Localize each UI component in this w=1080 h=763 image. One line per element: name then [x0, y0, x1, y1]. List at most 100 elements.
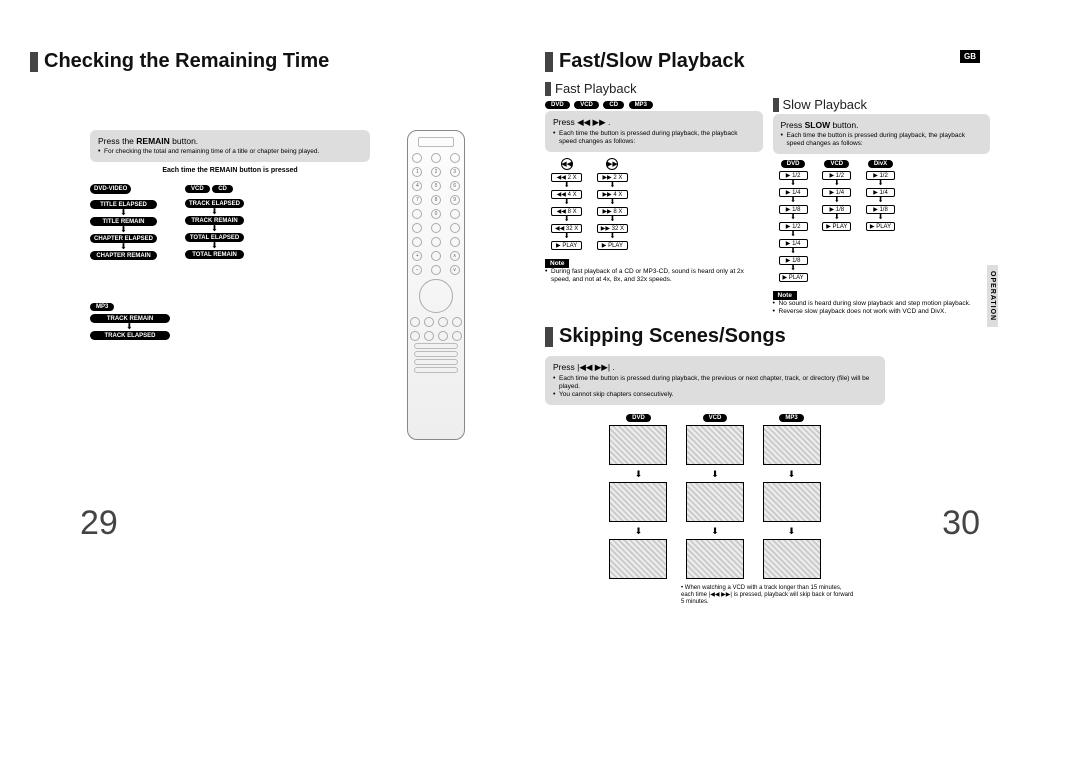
arrow-down-icon: ⬇ [90, 227, 157, 233]
right-title-2: Skipping Scenes/Songs [545, 325, 1050, 348]
arrow-down-icon: ⬇ [90, 324, 370, 330]
fast-formats: DVD VCD CD MP3 [545, 98, 763, 109]
pill-vcd: VCD [185, 185, 210, 193]
slow-box: Press SLOW button. Each time the button … [773, 114, 991, 154]
scene-thumb [763, 539, 821, 579]
pill-dvd-video: DVD-VIDEO [90, 184, 131, 194]
page-number-right: 30 [942, 504, 980, 543]
slow-bold: SLOW [805, 120, 831, 130]
fast-speed-cols: ◀◀ ◀◀ 2 X⬇ ◀◀ 4 X⬇ ◀◀ 8 X⬇ ◀◀ 32 X⬇ ▶ PL… [545, 158, 763, 251]
slow-speed-cols: DVD ▶ 1/2⬇ ▶ 1/4⬇ ▶ 1/8⬇ ▶ 1/2⬇ ▶ 1/4⬇ ▶… [773, 160, 991, 283]
step: ▶▶ 4 X [597, 190, 628, 199]
remote-illustration: 123 456 789 0 +∧ −∨ [407, 130, 465, 440]
step: ▶ 1/8 [822, 205, 851, 214]
seq: TRACK ELAPSED [90, 331, 170, 340]
step: ▶▶ 2 X [597, 173, 628, 182]
page-left: Checking the Remaining Time Press the RE… [30, 50, 535, 733]
left-content: Press the REMAIN button. For checking th… [90, 130, 370, 340]
pill: DivX [868, 160, 893, 168]
arrow-down-icon: ⬇ [90, 210, 157, 216]
fast-slow-row: Fast Playback DVD VCD CD MP3 Press ◀◀ ▶▶… [545, 81, 1050, 317]
arrow-down-icon: ⬇ [185, 226, 244, 232]
scene-thumb [609, 425, 667, 465]
step: ▶ 1/8 [779, 205, 808, 214]
remain-press: Press the REMAIN button. [98, 136, 362, 146]
note-badge: Note [545, 259, 569, 268]
bullet: Each time the button is pressed during p… [781, 132, 983, 148]
step: ▶▶ 32 X [597, 224, 628, 233]
seq: TOTAL REMAIN [185, 250, 244, 259]
slow-playback: Slow Playback Press SLOW button. Each ti… [773, 81, 1051, 317]
pill: VCD [703, 414, 728, 422]
note-badge: Note [773, 291, 797, 300]
col-dvd: DVD-VIDEO TITLE ELAPSED ⬇ TITLE REMAIN ⬇… [90, 182, 157, 260]
step: ▶ 1/2 [822, 171, 851, 180]
pill: MP3 [779, 414, 803, 422]
bullet: For checking the total and remaining tim… [98, 148, 362, 156]
page-number-left: 29 [80, 504, 118, 543]
step: ▶ PLAY [597, 241, 628, 250]
step: ◀◀ 4 X [551, 190, 582, 199]
pill: DVD [626, 414, 651, 422]
seq: CHAPTER REMAIN [90, 251, 157, 260]
scene-thumb [609, 539, 667, 579]
forward-icon: ▶▶ [606, 158, 618, 170]
step: ▶ 1/4 [866, 188, 895, 197]
pill: DVD [545, 101, 570, 109]
step: ▶ 1/4 [779, 188, 808, 197]
scene-thumb [686, 425, 744, 465]
skip-thumbs: DVD ⬇ ⬇ VCD ⬇ ⬇ MP3 ⬇ ⬇ [545, 411, 885, 581]
step: ▶ 1/2 [779, 222, 808, 231]
step: ▶ 1/2 [779, 171, 808, 180]
remain-bullets: For checking the total and remaining tim… [98, 148, 362, 156]
arrow-down-icon: ⬇ [185, 209, 244, 215]
pill: VCD [824, 160, 849, 168]
skip-footnote: • When watching a VCD with a track longe… [675, 585, 855, 607]
text: Press [553, 117, 575, 127]
thumb-col-dvd: DVD ⬇ ⬇ [609, 411, 667, 581]
right-title-1: Fast/Slow Playback [545, 50, 1050, 73]
pill-cd: CD [212, 185, 233, 193]
step: ◀◀ 2 X [551, 173, 582, 182]
operation-tab: OPERATION [987, 265, 998, 327]
bullet: Each time the button is pressed during p… [553, 375, 877, 391]
dpad-icon [419, 279, 453, 313]
slow-press: Press SLOW button. [781, 120, 983, 130]
text: Press the [98, 136, 136, 146]
skip-prev-next-icon: |◀◀ ▶▶| [709, 592, 732, 598]
scene-thumb [686, 482, 744, 522]
fast-note: Note During fast playback of a CD or MP3… [545, 257, 763, 284]
speed-col-ff: ▶▶ ▶▶ 2 X⬇ ▶▶ 4 X⬇ ▶▶ 8 X⬇ ▶▶ 32 X⬇ ▶ PL… [597, 158, 628, 251]
step: ▶ PLAY [866, 222, 895, 231]
thumb-col-vcd: VCD ⬇ ⬇ [686, 411, 744, 581]
col-vcd-cd: VCD CD TRACK ELAPSED ⬇ TRACK REMAIN ⬇ TO… [185, 182, 244, 260]
text: Press [553, 362, 575, 372]
fast-subtitle: Fast Playback [545, 81, 763, 96]
skip-prev-next-icon: |◀◀ ▶▶| . [577, 362, 615, 372]
skip-box: Press |◀◀ ▶▶| . Each time the button is … [545, 356, 885, 405]
text: Press [781, 120, 805, 130]
scene-thumb [686, 539, 744, 579]
step: ▶ 1/2 [866, 171, 895, 180]
slow-col-vcd: VCD ▶ 1/2⬇ ▶ 1/4⬇ ▶ 1/8⬇ ▶ PLAY [822, 160, 851, 232]
slow-subtitle: Slow Playback [773, 97, 991, 112]
bullet: Each time the button is pressed during p… [553, 130, 755, 146]
skip-area: Press |◀◀ ▶▶| . Each time the button is … [545, 356, 885, 607]
scene-thumb [609, 482, 667, 522]
note-text: Reverse slow playback does not work with… [773, 308, 991, 316]
scene-thumb [763, 425, 821, 465]
thumb-col-mp3: MP3 ⬇ ⬇ [763, 411, 821, 581]
col-mp3: MP3 TRACK REMAIN ⬇ TRACK ELAPSED [90, 300, 370, 340]
text: button. [170, 136, 198, 146]
pill: CD [603, 101, 624, 109]
fast-playback: Fast Playback DVD VCD CD MP3 Press ◀◀ ▶▶… [545, 81, 763, 317]
note-text: No sound is heard during slow playback a… [773, 300, 991, 308]
arrow-down-icon: ⬇ [185, 243, 244, 249]
speed-col-rew: ◀◀ ◀◀ 2 X⬇ ◀◀ 4 X⬇ ◀◀ 8 X⬇ ◀◀ 32 X⬇ ▶ PL… [551, 158, 582, 251]
step: ▶ PLAY [551, 241, 582, 250]
step: ▶ 1/8 [866, 205, 895, 214]
slow-note: Note No sound is heard during slow playb… [773, 289, 991, 316]
remain-bold: REMAIN [136, 136, 170, 146]
skip-press: Press |◀◀ ▶▶| . [553, 362, 877, 373]
text: button. [830, 120, 858, 130]
